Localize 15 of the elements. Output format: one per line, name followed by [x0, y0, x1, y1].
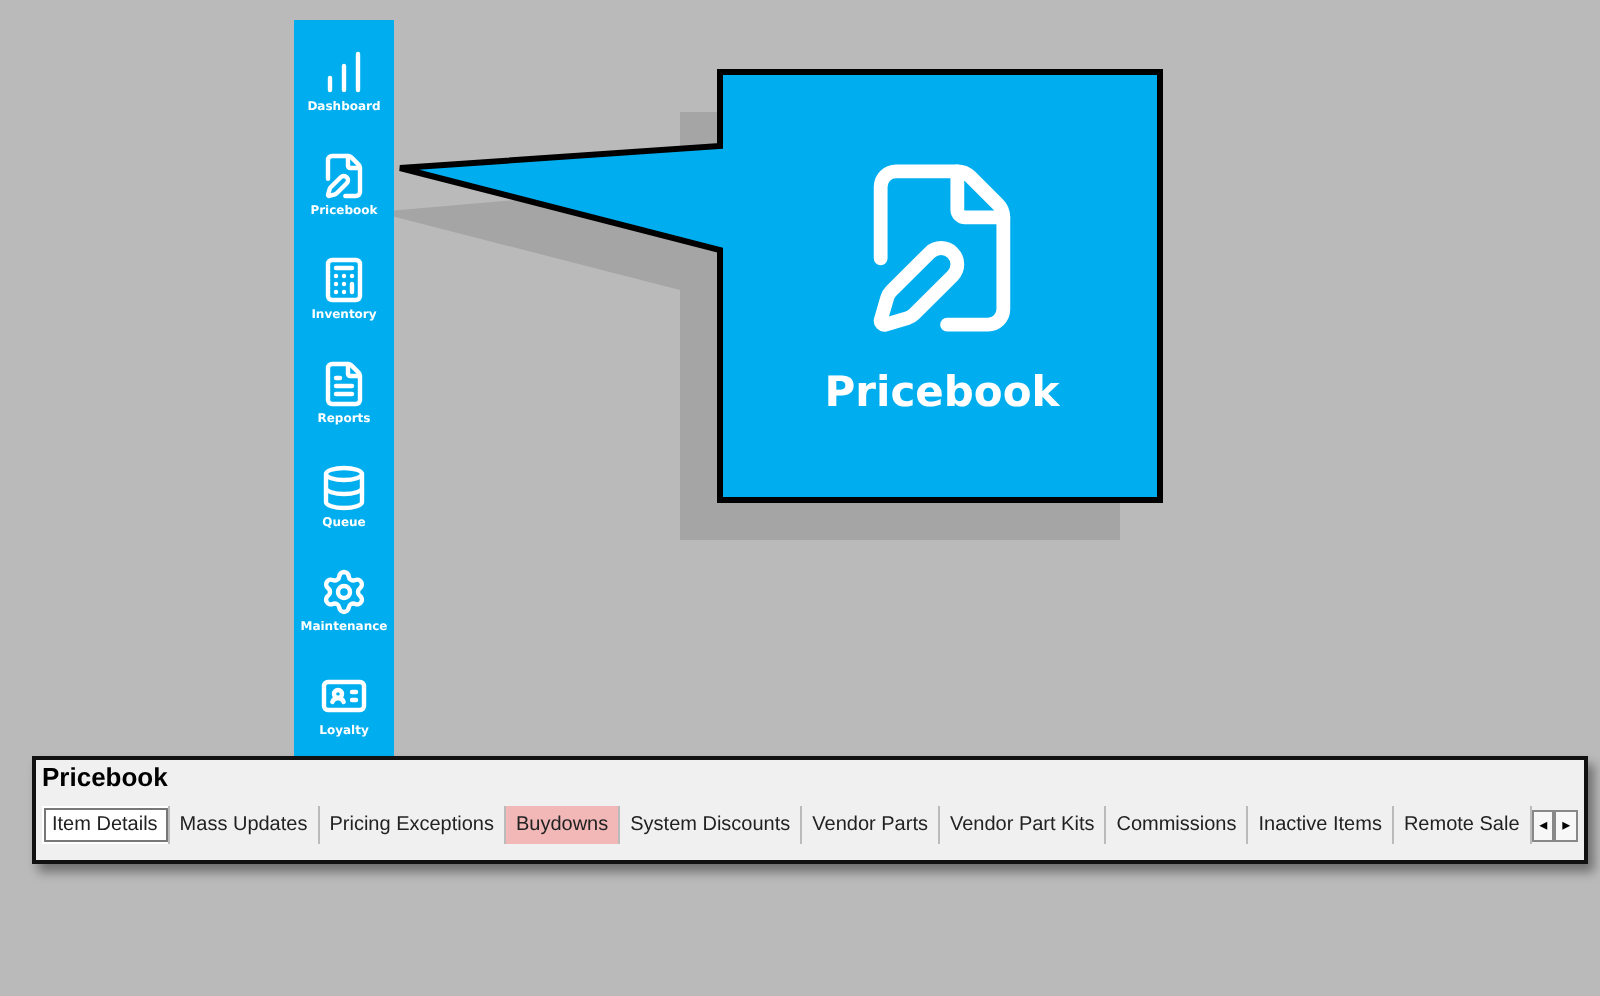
database-icon [320, 463, 368, 511]
panel-title: Pricebook [42, 762, 170, 792]
callout-label: Pricebook [824, 368, 1060, 416]
scroll-button[interactable]: ◂ [1531, 809, 1555, 841]
calculator-icon [320, 255, 368, 303]
scroll-button[interactable]: ▸ [1554, 809, 1578, 841]
tab[interactable]: Mass Updates [169, 806, 320, 844]
tab[interactable]: Commissions [1106, 806, 1249, 844]
tab[interactable]: Item Details [42, 806, 170, 844]
tab[interactable]: Buydowns [505, 806, 621, 844]
tab[interactable]: Vendor Part Kits [939, 806, 1107, 844]
tab[interactable]: System Discounts [620, 806, 803, 844]
gear-icon [319, 567, 368, 615]
tab[interactable]: Vendor Parts [802, 806, 940, 844]
tab[interactable]: Inactive Items [1248, 806, 1394, 844]
